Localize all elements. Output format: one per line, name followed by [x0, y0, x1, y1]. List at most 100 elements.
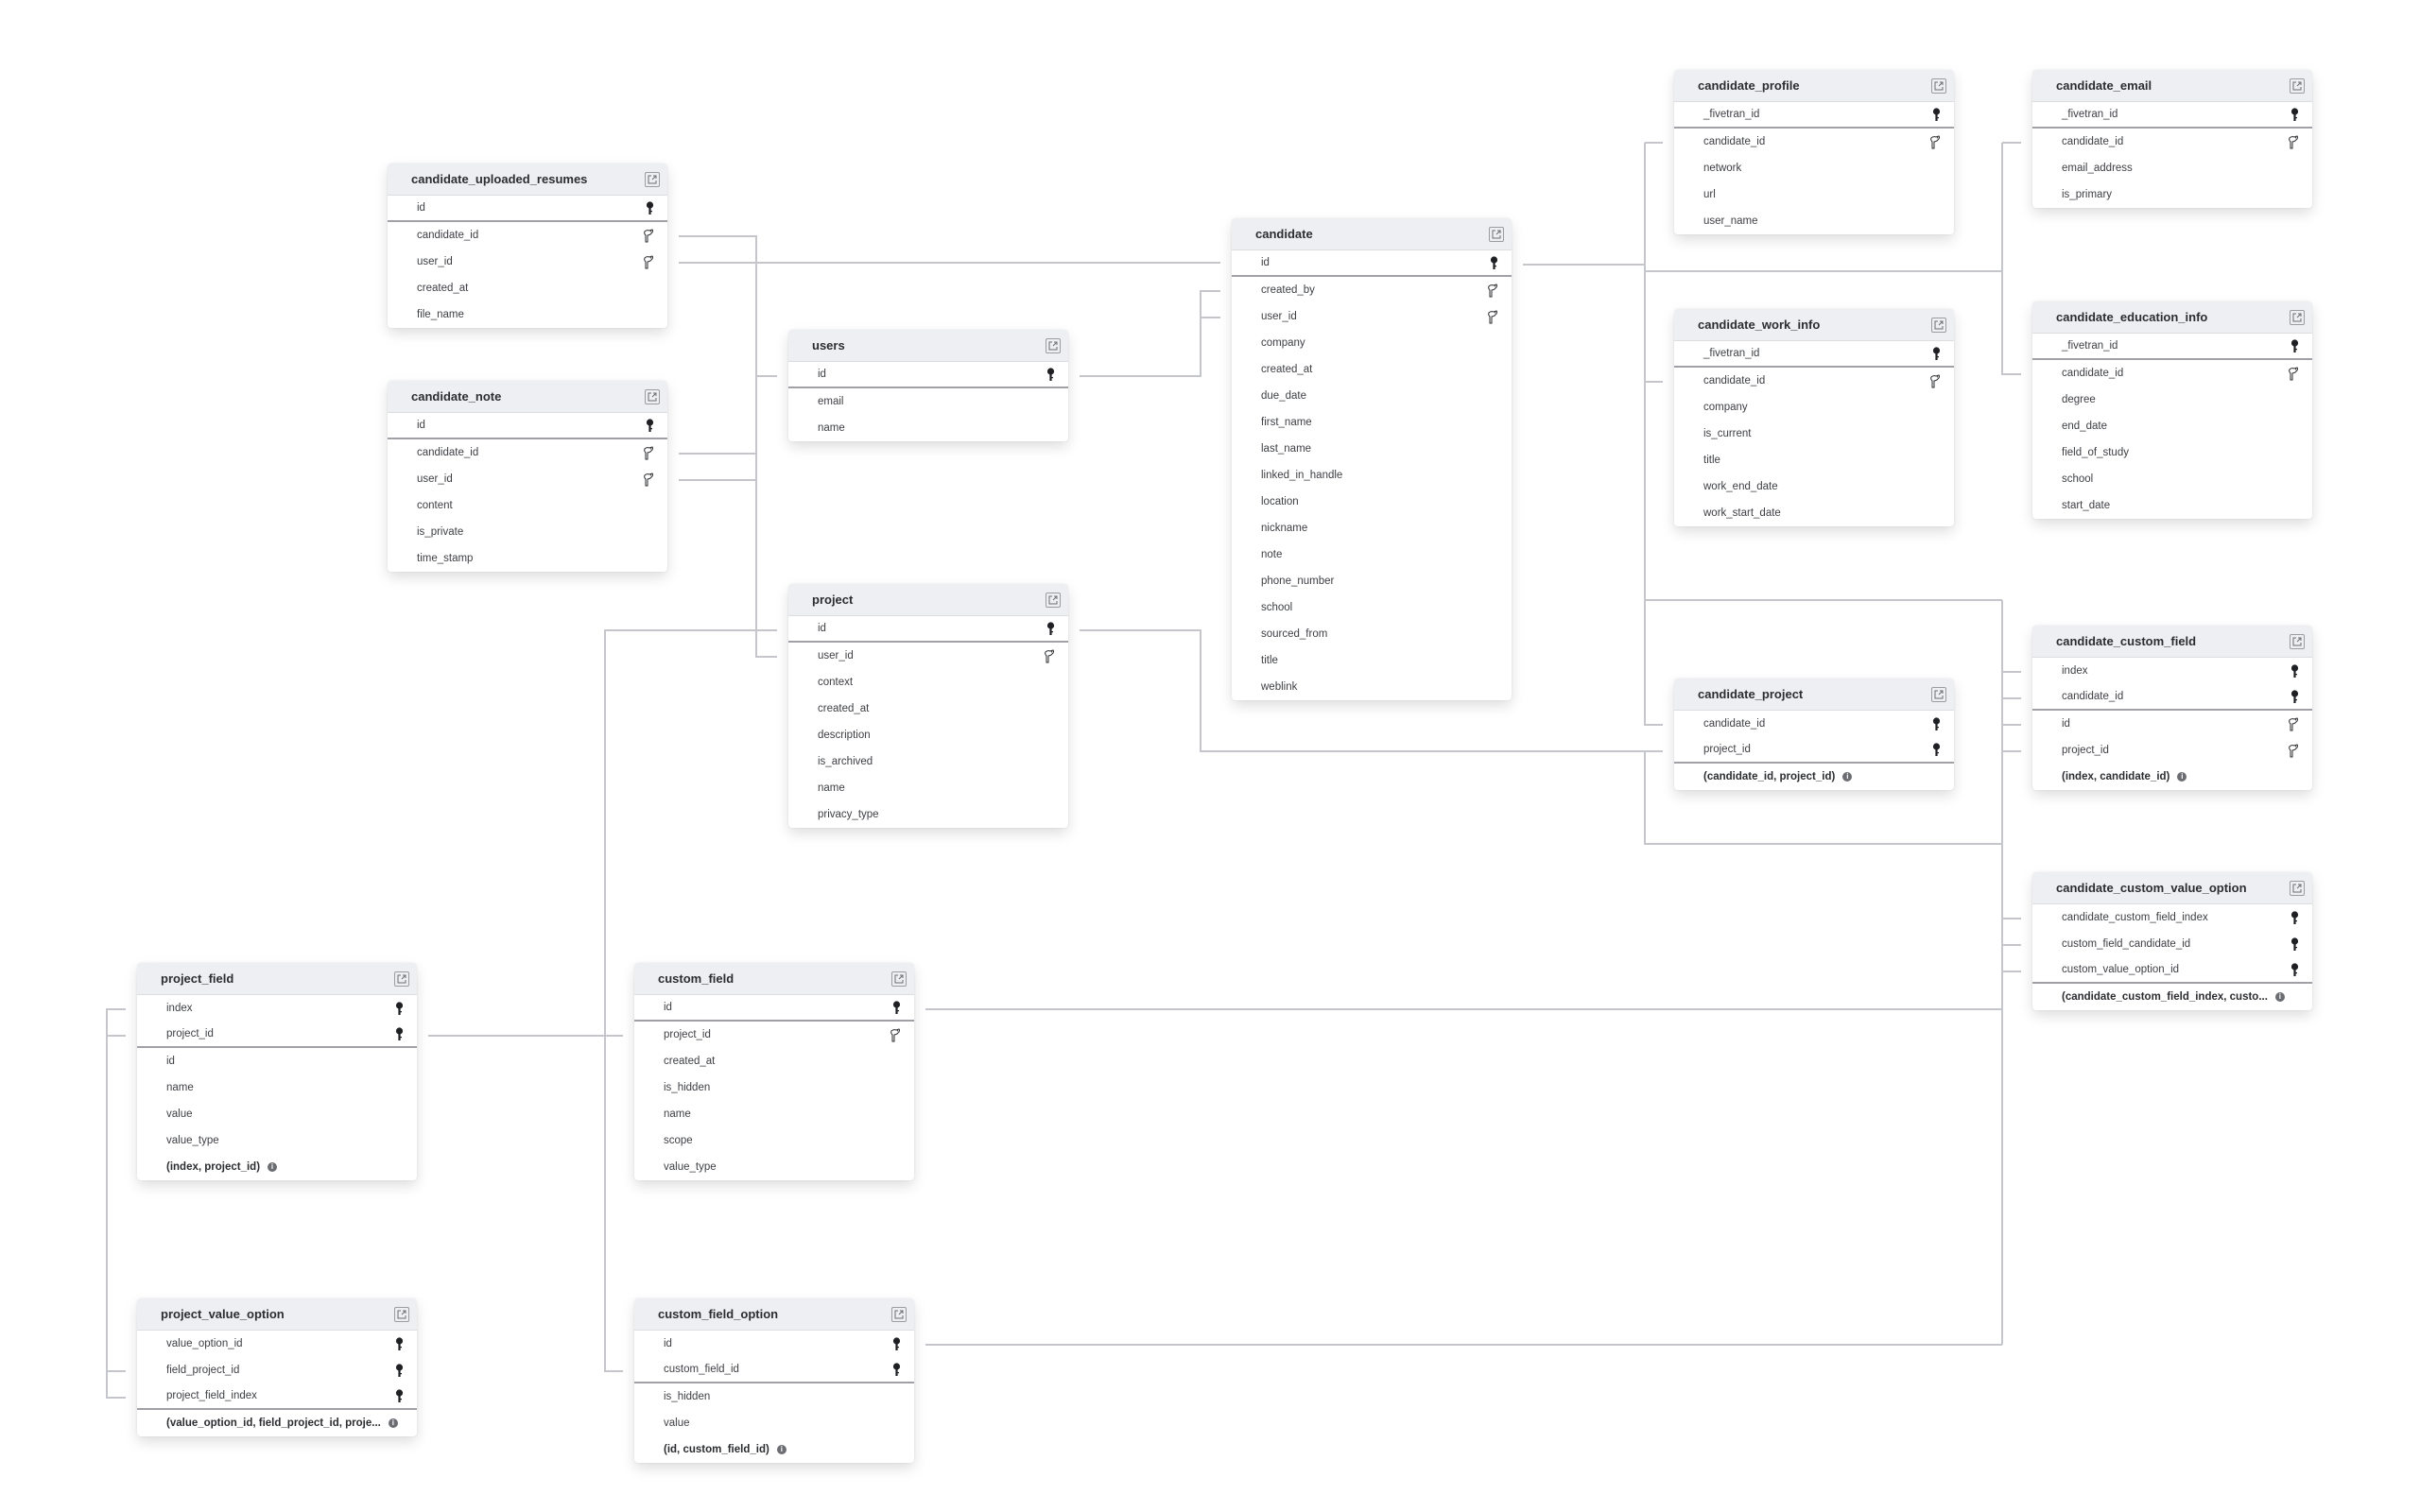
- table-project-value-option[interactable]: project_value_option value_option_id field…: [137, 1298, 417, 1436]
- column-row[interactable]: created_at: [634, 1048, 914, 1074]
- table-candidate-education-info[interactable]: candidate_education_info _fivetran_id cand…: [2032, 301, 2312, 519]
- table-candidate[interactable]: candidate id created_by user_id company creat…: [1232, 218, 1512, 700]
- table-project[interactable]: project id user_id context created_at descrip…: [788, 584, 1068, 828]
- column-row[interactable]: context: [788, 669, 1068, 696]
- column-row[interactable]: value_option_id: [137, 1331, 417, 1357]
- column-row[interactable]: _fivetran_id: [2032, 334, 2312, 360]
- column-row[interactable]: project_id: [137, 1022, 417, 1048]
- external-link-icon[interactable]: [1046, 337, 1061, 353]
- external-link-icon[interactable]: [394, 1306, 409, 1322]
- table-candidate-profile[interactable]: candidate_profile _fivetran_id candidate_i…: [1674, 70, 1954, 234]
- column-row[interactable]: is_hidden: [634, 1074, 914, 1101]
- external-link-icon[interactable]: [2290, 633, 2305, 649]
- column-row[interactable]: created_by: [1232, 277, 1512, 303]
- table-header[interactable]: candidate_email: [2032, 70, 2312, 102]
- column-row[interactable]: location: [1232, 489, 1512, 515]
- column-row[interactable]: phone_number: [1232, 568, 1512, 594]
- column-row[interactable]: project_id: [634, 1022, 914, 1048]
- composite-key-row[interactable]: (index, project_id) i: [137, 1154, 417, 1180]
- column-row[interactable]: last_name: [1232, 436, 1512, 462]
- column-row[interactable]: id: [788, 616, 1068, 643]
- table-header[interactable]: candidate: [1232, 218, 1512, 250]
- column-row[interactable]: name: [137, 1074, 417, 1101]
- column-row[interactable]: value: [137, 1101, 417, 1127]
- column-row[interactable]: end_date: [2032, 413, 2312, 439]
- column-row[interactable]: description: [788, 722, 1068, 748]
- table-header[interactable]: candidate_profile: [1674, 70, 1954, 102]
- column-row[interactable]: url: [1674, 181, 1954, 208]
- column-row[interactable]: title: [1232, 647, 1512, 674]
- column-row[interactable]: file_name: [388, 301, 667, 328]
- column-row[interactable]: id: [2032, 711, 2312, 737]
- column-row[interactable]: id: [1232, 250, 1512, 277]
- column-row[interactable]: created_at: [1232, 356, 1512, 383]
- column-row[interactable]: candidate_id: [2032, 360, 2312, 387]
- column-row[interactable]: index: [137, 995, 417, 1022]
- column-row[interactable]: network: [1674, 155, 1954, 181]
- table-project-field[interactable]: project_field index project_id id name value v…: [137, 963, 417, 1180]
- column-row[interactable]: created_at: [388, 275, 667, 301]
- table-header[interactable]: candidate_custom_field: [2032, 626, 2312, 658]
- column-row[interactable]: id: [788, 362, 1068, 388]
- table-candidate-note[interactable]: candidate_note id candidate_id user_id conte…: [388, 381, 667, 572]
- column-row[interactable]: candidate_id: [388, 439, 667, 466]
- column-row[interactable]: work_start_date: [1674, 500, 1954, 526]
- column-row[interactable]: candidate_id: [2032, 684, 2312, 711]
- column-row[interactable]: id: [388, 196, 667, 222]
- column-row[interactable]: id: [137, 1048, 417, 1074]
- column-row[interactable]: is_primary: [2032, 181, 2312, 208]
- table-custom-field[interactable]: custom_field id project_id created_at is_hid…: [634, 963, 914, 1180]
- column-row[interactable]: first_name: [1232, 409, 1512, 436]
- column-row[interactable]: user_id: [788, 643, 1068, 669]
- column-row[interactable]: field_of_study: [2032, 439, 2312, 466]
- table-header[interactable]: candidate_uploaded_resumes: [388, 163, 667, 196]
- column-row[interactable]: candidate_id: [388, 222, 667, 249]
- column-row[interactable]: sourced_from: [1232, 621, 1512, 647]
- column-row[interactable]: value: [634, 1410, 914, 1436]
- column-row[interactable]: privacy_type: [788, 801, 1068, 828]
- column-row[interactable]: project_id: [2032, 737, 2312, 764]
- table-header[interactable]: candidate_custom_value_option: [2032, 872, 2312, 904]
- external-link-icon[interactable]: [891, 971, 907, 987]
- composite-key-row[interactable]: (candidate_id, project_id) i: [1674, 764, 1954, 790]
- column-row[interactable]: custom_field_candidate_id: [2032, 931, 2312, 957]
- column-row[interactable]: value_type: [634, 1154, 914, 1180]
- column-row[interactable]: _fivetran_id: [2032, 102, 2312, 129]
- table-header[interactable]: custom_field: [634, 963, 914, 995]
- column-row[interactable]: start_date: [2032, 492, 2312, 519]
- table-header[interactable]: candidate_work_info: [1674, 309, 1954, 341]
- column-row[interactable]: value_type: [137, 1127, 417, 1154]
- column-row[interactable]: user_id: [388, 249, 667, 275]
- table-header[interactable]: candidate_project: [1674, 679, 1954, 711]
- column-row[interactable]: nickname: [1232, 515, 1512, 541]
- column-row[interactable]: index: [2032, 658, 2312, 684]
- external-link-icon[interactable]: [1489, 226, 1504, 242]
- table-header[interactable]: project_value_option: [137, 1298, 417, 1331]
- composite-key-row[interactable]: (id, custom_field_id) i: [634, 1436, 914, 1463]
- column-row[interactable]: name: [634, 1101, 914, 1127]
- column-row[interactable]: work_end_date: [1674, 473, 1954, 500]
- table-custom-field-option[interactable]: custom_field_option id custom_field_id is_h…: [634, 1298, 914, 1463]
- column-row[interactable]: project_field_index: [137, 1383, 417, 1410]
- column-row[interactable]: linked_in_handle: [1232, 462, 1512, 489]
- column-row[interactable]: custom_field_id: [634, 1357, 914, 1383]
- table-header[interactable]: custom_field_option: [634, 1298, 914, 1331]
- column-row[interactable]: company: [1232, 330, 1512, 356]
- info-icon[interactable]: i: [1842, 772, 1853, 782]
- external-link-icon[interactable]: [394, 971, 409, 987]
- table-header[interactable]: project: [788, 584, 1068, 616]
- column-row[interactable]: company: [1674, 394, 1954, 421]
- column-row[interactable]: time_stamp: [388, 545, 667, 572]
- table-candidate-uploaded-resumes[interactable]: candidate_uploaded_resumes id candidate_id…: [388, 163, 667, 328]
- column-row[interactable]: user_id: [1232, 303, 1512, 330]
- column-row[interactable]: candidate_id: [1674, 368, 1954, 394]
- column-row[interactable]: name: [788, 415, 1068, 441]
- composite-key-row[interactable]: (candidate_custom_field_index, custo... i: [2032, 984, 2312, 1010]
- column-row[interactable]: school: [2032, 466, 2312, 492]
- column-row[interactable]: content: [388, 492, 667, 519]
- table-header[interactable]: users: [788, 330, 1068, 362]
- column-row[interactable]: note: [1232, 541, 1512, 568]
- column-row[interactable]: _fivetran_id: [1674, 102, 1954, 129]
- column-row[interactable]: created_at: [788, 696, 1068, 722]
- column-row[interactable]: id: [634, 1331, 914, 1357]
